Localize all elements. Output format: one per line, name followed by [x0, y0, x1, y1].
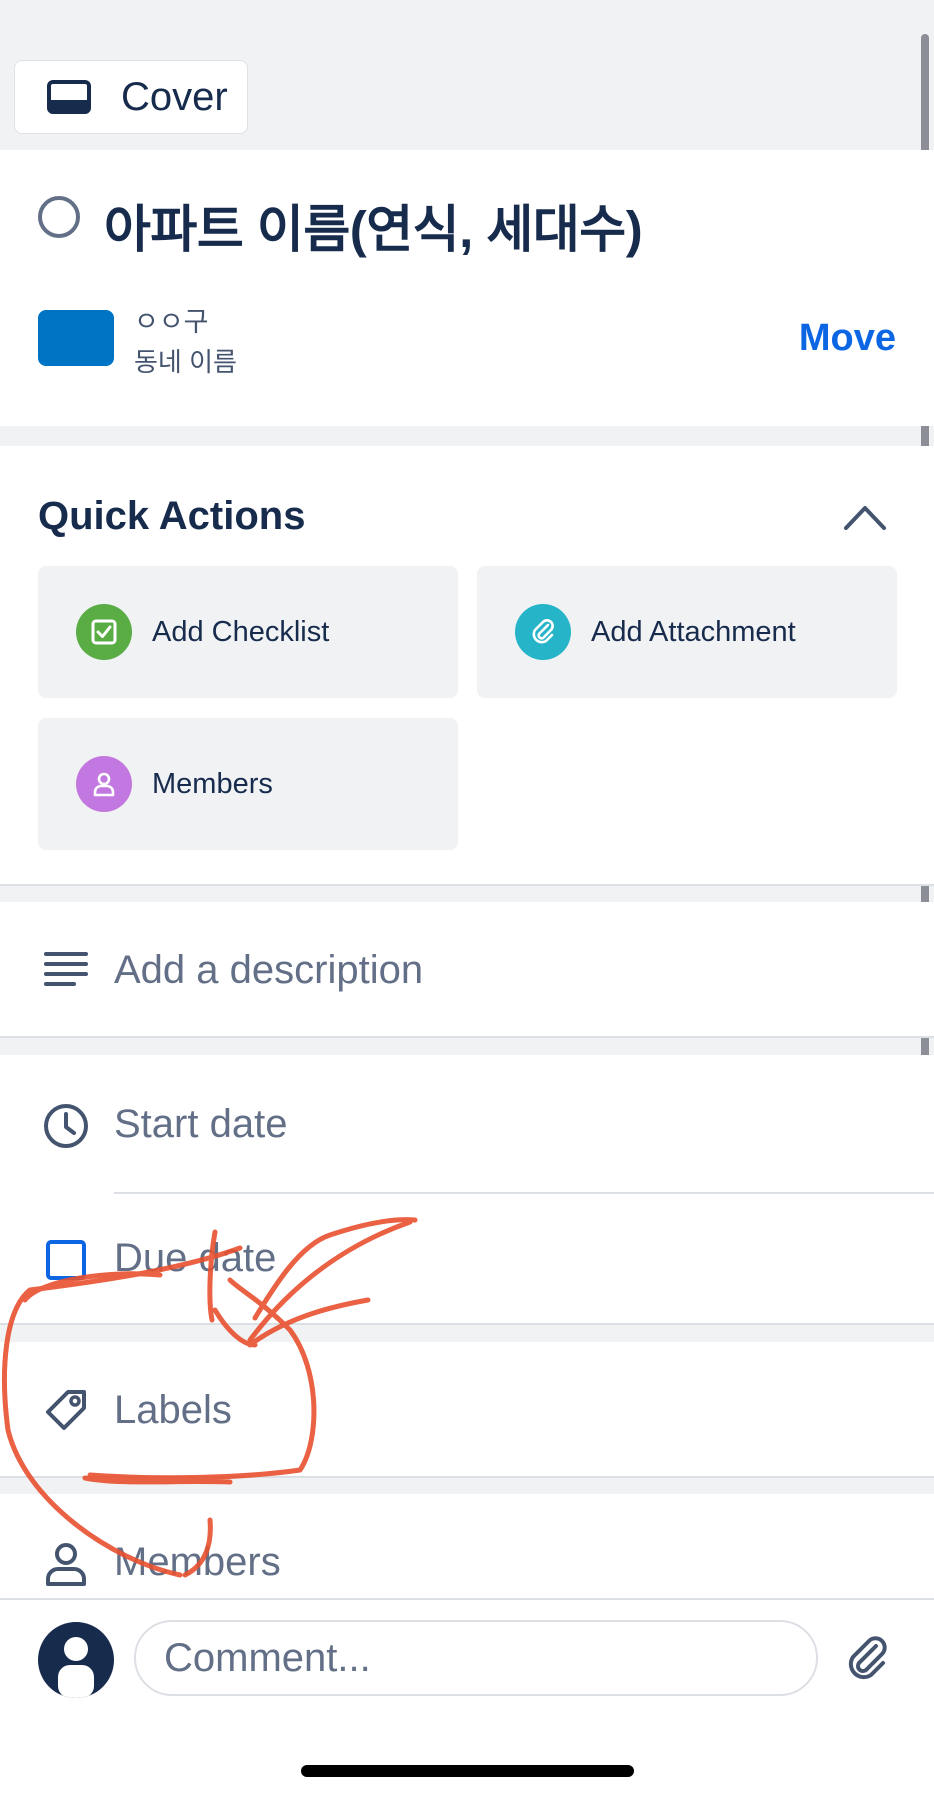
comment-input[interactable]	[134, 1620, 818, 1696]
avatar[interactable]	[38, 1622, 114, 1698]
description-placeholder: Add a description	[114, 948, 424, 992]
start-date-field[interactable]: Start date	[114, 1102, 287, 1147]
paperclip-icon	[515, 604, 571, 660]
list-name: 동네 이름	[134, 347, 237, 377]
members-label: Members	[114, 1540, 281, 1584]
quick-action-label: Members	[152, 767, 273, 800]
complete-toggle[interactable]	[38, 196, 80, 238]
labels-label: Labels	[114, 1388, 232, 1432]
divider	[114, 1192, 934, 1194]
person-icon	[46, 1543, 86, 1586]
home-indicator	[301, 1765, 634, 1777]
person-icon	[76, 756, 132, 812]
tag-icon	[46, 1390, 86, 1430]
board-color-swatch	[38, 310, 114, 366]
dates-section	[0, 1055, 934, 1325]
quick-action-label: Add Attachment	[591, 615, 796, 648]
add-attachment-button[interactable]: Add Attachment	[477, 566, 897, 698]
chevron-up-icon[interactable]	[842, 498, 888, 534]
quick-actions-title: Quick Actions	[38, 494, 306, 538]
card-title[interactable]: 아파트 이름(연식, 세대수)	[104, 188, 643, 262]
board-name: ㅇㅇ구	[134, 307, 209, 337]
cover-label: Cover	[121, 74, 228, 119]
add-checklist-button[interactable]: Add Checklist	[38, 566, 458, 698]
due-date-field[interactable]: Due date	[114, 1236, 276, 1281]
checkbox-icon[interactable]	[42, 1236, 90, 1284]
description-icon	[44, 952, 88, 986]
cover-button[interactable]: Cover	[14, 60, 248, 134]
quick-action-label: Add Checklist	[152, 615, 330, 648]
clock-icon	[44, 1104, 88, 1148]
paperclip-icon[interactable]	[842, 1634, 892, 1684]
cover-icon	[47, 80, 91, 114]
checklist-icon	[76, 604, 132, 660]
members-quick-button[interactable]: Members	[38, 718, 458, 850]
user-avatar-icon	[58, 1637, 94, 1698]
move-button[interactable]: Move	[799, 317, 896, 360]
